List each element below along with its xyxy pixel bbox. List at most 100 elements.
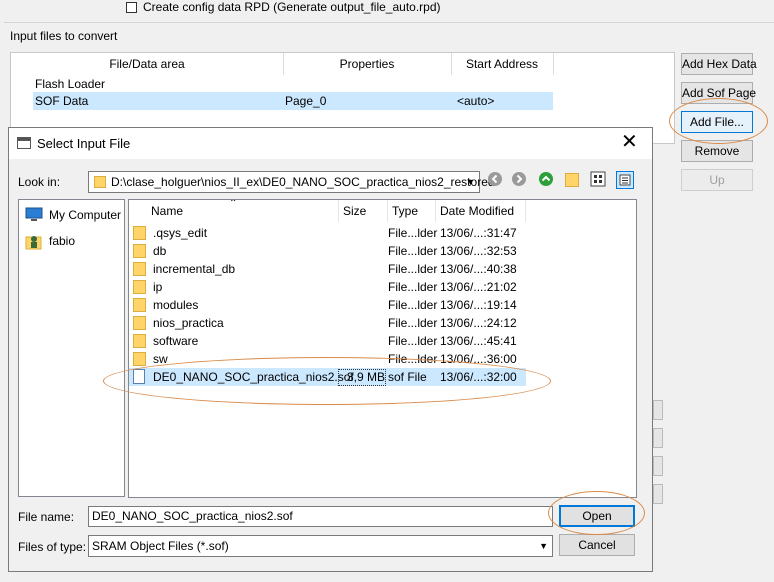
look-in-combo[interactable]: D:\clase_holguer\nios_II_ex\DE0_NANO_SOC…: [88, 171, 495, 193]
file-type: File...lder: [388, 262, 438, 276]
column-header-size[interactable]: Size: [339, 200, 388, 222]
sof-file-icon: [133, 369, 145, 384]
list-item-selected[interactable]: DE0_NANO_SOC_practica_nios2.sof 3,9 MB sof…: [129, 368, 526, 386]
file-type: File...lder: [388, 244, 438, 258]
folder-icon: [133, 244, 146, 258]
create-config-rpd-label: Create config data RPD (Generate output_…: [143, 0, 441, 14]
cancel-button[interactable]: Cancel: [559, 534, 635, 556]
user-folder-icon: [25, 236, 42, 250]
column-header-properties[interactable]: Properties: [283, 53, 452, 75]
create-config-rpd-option[interactable]: Create config data RPD (Generate output_…: [126, 0, 441, 14]
column-header-start-address[interactable]: Start Address: [451, 53, 554, 75]
file-name: nios_practica: [153, 316, 224, 330]
file-name: incremental_db: [153, 262, 236, 276]
file-list[interactable]: Name ⌃ Size Type Date Modified .qsys_edi…: [128, 199, 637, 498]
file-name-input[interactable]: DE0_NANO_SOC_practica_nios2.sof: [88, 506, 553, 527]
file-date: 13/06/...:31:47: [440, 226, 517, 240]
file-type: File...lder: [388, 334, 438, 348]
files-of-type-label: Files of type:: [18, 540, 87, 554]
place-label: fabio: [49, 234, 76, 248]
remove-button[interactable]: Remove: [681, 140, 753, 162]
look-in-label: Look in:: [18, 175, 61, 189]
add-hex-data-button[interactable]: Add Hex Data: [681, 53, 757, 75]
place-fabio[interactable]: fabio: [25, 230, 75, 252]
file-type: File...lder: [388, 298, 438, 312]
group-divider: [4, 22, 774, 23]
file-name: DE0_NANO_SOC_practica_nios2.sof: [153, 370, 354, 384]
file-name: sw: [153, 352, 168, 366]
list-view-icon[interactable]: [590, 171, 606, 187]
file-name: modules: [153, 298, 199, 312]
list-item[interactable]: modules File...lder 13/06/...:19:14: [129, 296, 549, 314]
list-item[interactable]: .qsys_edit File...lder 13/06/...:31:47: [129, 224, 549, 242]
file-type: File...lder: [388, 226, 438, 240]
open-button[interactable]: Open: [559, 505, 635, 527]
new-folder-icon[interactable]: [565, 173, 579, 187]
create-config-rpd-checkbox[interactable]: [126, 1, 137, 13]
list-item[interactable]: incremental_db File...lder 13/06/...:40:38: [129, 260, 549, 278]
folder-icon: [94, 176, 106, 188]
list-item[interactable]: sw File...lder 13/06/...:36:00: [129, 350, 549, 368]
file-date: 13/06/...:32:00: [440, 370, 517, 384]
dialog-title: Select Input File: [37, 136, 131, 151]
hidden-button-edge: [653, 456, 663, 476]
dialog-titlebar: Select Input File ✕: [9, 128, 652, 159]
place-label: My Computer: [49, 208, 122, 222]
window-icon: [17, 137, 31, 149]
file-name: .qsys_edit: [153, 226, 208, 240]
file-type: File...lder: [388, 280, 438, 294]
files-of-type-select[interactable]: SRAM Object Files (*.sof) ▼: [88, 535, 553, 557]
file-name-label: File name:: [18, 510, 75, 524]
sort-ascending-icon: ⌃: [229, 199, 238, 209]
files-of-type-value: SRAM Object Files (*.sof): [92, 539, 229, 553]
folder-icon: [133, 262, 146, 276]
folder-icon: [133, 352, 146, 366]
file-type: File...lder: [388, 316, 438, 330]
file-date: 13/06/...:45:41: [440, 334, 517, 348]
forward-icon[interactable]: [511, 171, 527, 187]
input-files-group-title: Input files to convert: [10, 29, 118, 43]
place-my-computer[interactable]: My Computer: [25, 204, 121, 226]
table-row-selected[interactable]: SOF Data Page_0 <auto>: [33, 92, 553, 110]
table-row[interactable]: Flash Loader: [33, 75, 553, 93]
up-button: Up: [681, 169, 753, 191]
folder-icon: [133, 226, 146, 240]
list-item[interactable]: nios_practica File...lder 13/06/...:24:12: [129, 314, 549, 332]
file-date: 13/06/...:40:38: [440, 262, 517, 276]
chevron-down-icon: ▼: [539, 541, 548, 551]
row-properties: Page_0: [285, 94, 327, 108]
list-item[interactable]: software File...lder 13/06/...:45:41: [129, 332, 549, 350]
computer-icon: [25, 207, 43, 221]
folder-icon: [133, 298, 146, 312]
up-folder-icon[interactable]: [538, 171, 554, 187]
file-name: ip: [153, 280, 163, 294]
file-date: 13/06/...:36:00: [440, 352, 517, 366]
hidden-button-edge: [653, 484, 663, 504]
chevron-down-icon: ▼: [466, 177, 475, 187]
back-icon[interactable]: [487, 171, 503, 187]
hidden-button-edge: [653, 428, 663, 448]
file-date: 13/06/...:24:12: [440, 316, 517, 330]
hidden-button-edge: [653, 400, 663, 420]
file-size: 3,9 MB: [338, 369, 386, 386]
folder-icon: [133, 280, 146, 294]
add-sof-page-button[interactable]: Add Sof Page: [681, 82, 756, 104]
folder-icon: [133, 316, 146, 330]
column-header-file-data-area[interactable]: File/Data area: [11, 53, 284, 75]
file-name: db: [153, 244, 167, 258]
file-date: 13/06/...:19:14: [440, 298, 517, 312]
file-name: software: [153, 334, 199, 348]
row-name: SOF Data: [35, 94, 89, 108]
list-item[interactable]: ip File...lder 13/06/...:21:02: [129, 278, 549, 296]
select-input-file-dialog: Select Input File ✕ Look in: D:\clase_ho…: [8, 127, 653, 572]
file-date: 13/06/...:32:53: [440, 244, 517, 258]
row-start-address: <auto>: [457, 94, 495, 108]
column-header-type[interactable]: Type: [388, 200, 436, 222]
file-type: File...lder: [388, 352, 438, 366]
column-header-date-modified[interactable]: Date Modified: [436, 200, 526, 222]
detail-view-icon[interactable]: [616, 171, 634, 189]
file-date: 13/06/...:21:02: [440, 280, 517, 294]
close-icon[interactable]: ✕: [621, 132, 638, 152]
list-item[interactable]: db File...lder 13/06/...:32:53: [129, 242, 549, 260]
add-file-button[interactable]: Add File...: [681, 111, 753, 133]
